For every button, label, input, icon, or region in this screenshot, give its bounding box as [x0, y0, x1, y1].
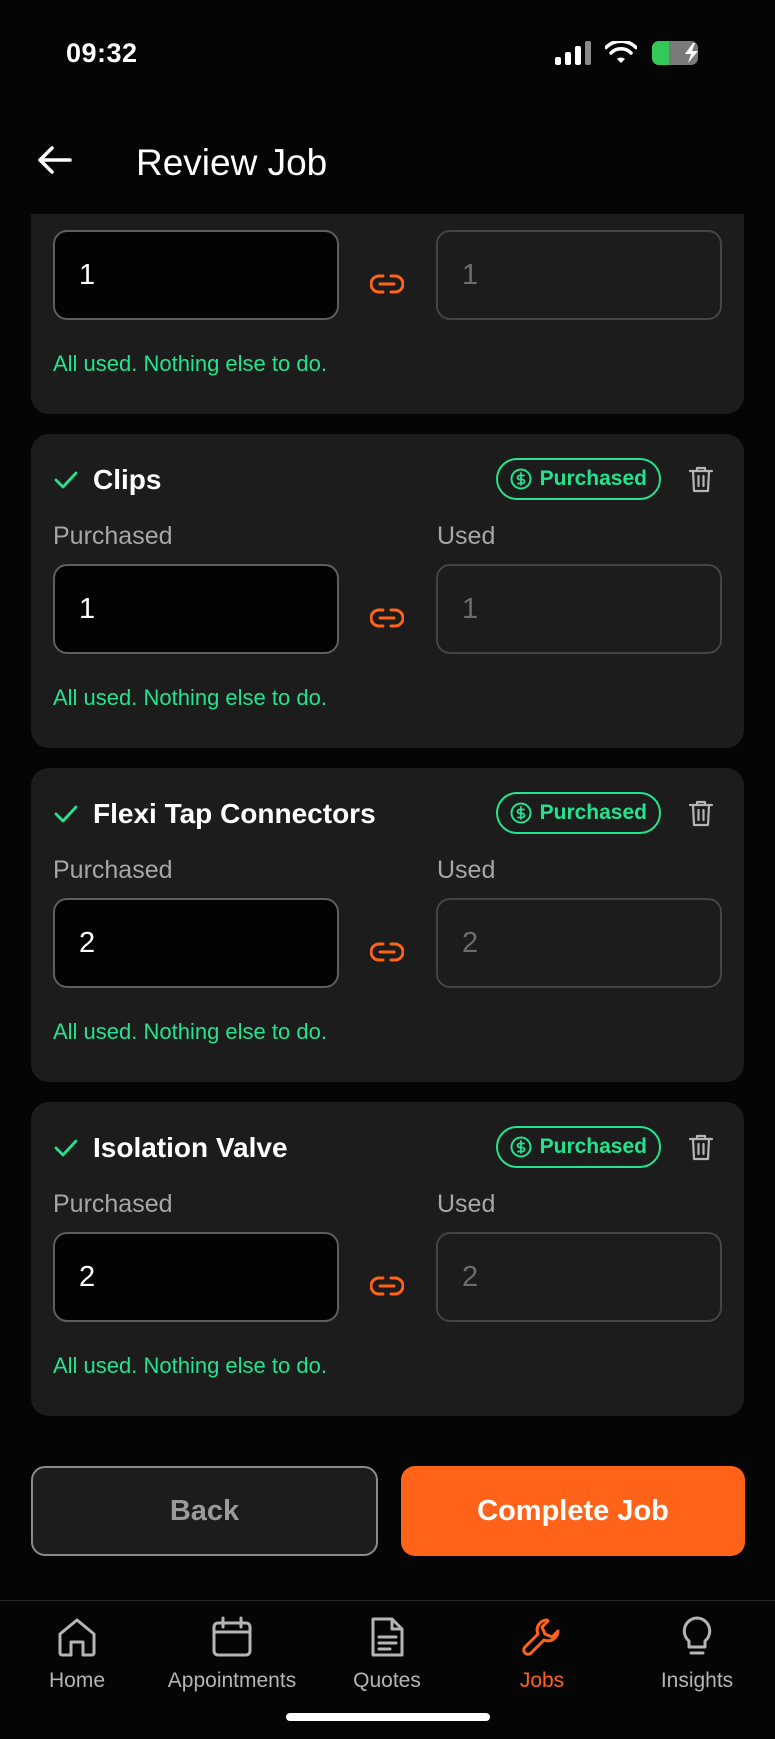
trash-icon[interactable] [688, 799, 714, 827]
material-card-clips: Clips Purchased Purchased Used 1 1 All u… [31, 434, 744, 748]
page-title: Review Job [136, 142, 328, 183]
card-title: Isolation Valve [93, 1132, 288, 1163]
used-label: Used [437, 522, 496, 550]
used-input: 1 [436, 230, 722, 320]
materials-list[interactable]: 1 1 All used. Nothing else to do. Clips … [0, 214, 775, 1424]
dollar-icon [510, 1136, 532, 1158]
back-arrow-icon[interactable] [34, 140, 74, 180]
back-button[interactable]: Back [31, 1466, 378, 1556]
card-title: Flexi Tap Connectors [93, 798, 376, 829]
home-icon [58, 1618, 96, 1657]
home-indicator [286, 1713, 490, 1721]
material-card-flexi-tap-connectors: Flexi Tap Connectors Purchased Purchased… [31, 768, 744, 1082]
purchased-label: Purchased [53, 856, 173, 884]
used-input: 1 [436, 564, 722, 654]
trash-icon[interactable] [688, 465, 714, 493]
purchased-badge[interactable]: Purchased [495, 458, 661, 500]
material-card: 1 1 All used. Nothing else to do. [31, 214, 744, 414]
purchased-input[interactable]: 1 [53, 230, 339, 320]
status-message: All used. Nothing else to do. [53, 1019, 327, 1044]
status-icons [555, 40, 713, 66]
card-title-row: Clips [53, 464, 161, 496]
tab-insights[interactable]: Insights [622, 1615, 772, 1693]
tab-quotes[interactable]: Quotes [312, 1615, 462, 1693]
link-icon[interactable] [370, 941, 404, 963]
document-icon [371, 1617, 404, 1657]
tab-label: Home [48, 1669, 106, 1692]
dollar-icon [510, 468, 532, 490]
used-label: Used [437, 1190, 496, 1218]
purchased-badge[interactable]: Purchased [495, 792, 661, 834]
tab-home[interactable]: Home [2, 1615, 152, 1693]
status-bar: 09:32 [0, 0, 775, 110]
used-input: 2 [436, 1232, 722, 1322]
tab-label: Appointments [167, 1669, 297, 1692]
wifi-icon [605, 41, 637, 63]
status-message: All used. Nothing else to do. [53, 1353, 327, 1378]
used-input: 2 [436, 898, 722, 988]
purchased-badge[interactable]: Purchased [495, 1126, 661, 1168]
badge-label: Purchased [539, 1135, 647, 1158]
trash-icon[interactable] [688, 1133, 714, 1161]
used-label: Used [437, 856, 496, 884]
purchased-input[interactable]: 2 [53, 898, 339, 988]
app-header: Review Job [0, 110, 775, 214]
purchased-input[interactable]: 1 [53, 564, 339, 654]
check-icon [54, 805, 78, 823]
purchased-label: Purchased [53, 522, 173, 550]
calendar-icon [212, 1616, 252, 1657]
tab-jobs[interactable]: Jobs [467, 1615, 617, 1693]
wrench-icon [522, 1618, 560, 1656]
battery-icon [652, 41, 698, 65]
card-title-row: Flexi Tap Connectors [53, 798, 376, 830]
badge-label: Purchased [539, 801, 647, 824]
dollar-icon [510, 802, 532, 824]
complete-job-button[interactable]: Complete Job [401, 1466, 745, 1556]
purchased-label: Purchased [53, 1190, 173, 1218]
card-title-row: Isolation Valve [53, 1132, 288, 1164]
tab-label: Insights [660, 1669, 734, 1692]
card-title: Clips [93, 464, 162, 495]
check-icon [54, 471, 78, 489]
check-icon [54, 1139, 78, 1157]
lightbulb-icon [682, 1616, 712, 1655]
signal-icon [555, 41, 591, 65]
link-icon[interactable] [370, 273, 404, 295]
status-time: 09:32 [66, 38, 138, 68]
link-icon[interactable] [370, 607, 404, 629]
tab-label: Jobs [519, 1669, 565, 1692]
purchased-input[interactable]: 2 [53, 1232, 339, 1322]
link-icon[interactable] [370, 1275, 404, 1297]
material-card-isolation-valve: Isolation Valve Purchased Purchased Used… [31, 1102, 744, 1416]
status-message: All used. Nothing else to do. [53, 351, 327, 376]
tab-label: Quotes [353, 1669, 421, 1692]
status-message: All used. Nothing else to do. [53, 685, 327, 710]
tab-appointments[interactable]: Appointments [157, 1615, 307, 1693]
badge-label: Purchased [539, 467, 647, 490]
